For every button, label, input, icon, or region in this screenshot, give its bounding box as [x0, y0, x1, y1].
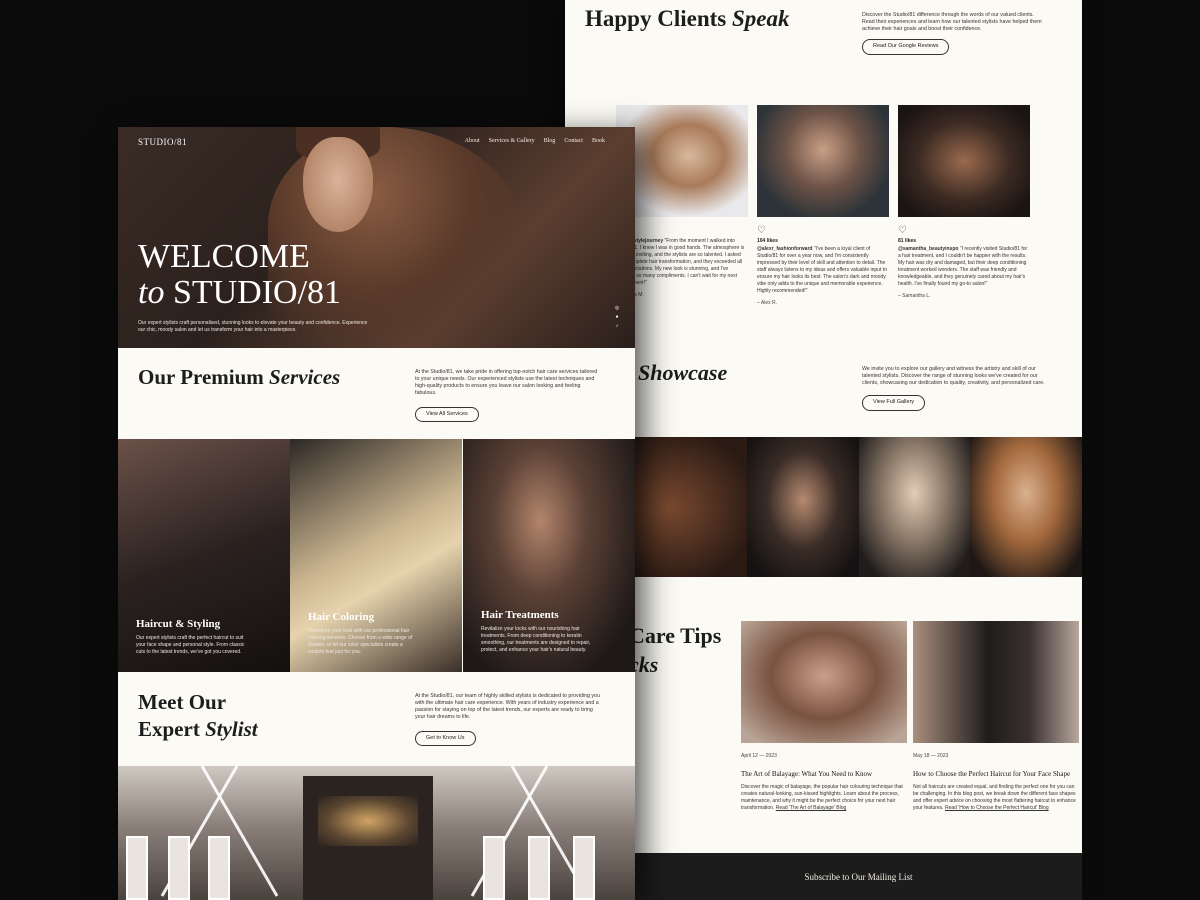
- blog-card[interactable]: May 18 — 2023 How to Choose the Perfect …: [913, 621, 1079, 812]
- view-services-button[interactable]: View All Services: [415, 406, 479, 422]
- testimonial-signature: – Samantha L.: [898, 293, 931, 299]
- service-title: Haircut & Styling: [136, 618, 221, 630]
- testimonials-intro-text: Discover the Studio/81 difference throug…: [862, 12, 1042, 33]
- service-card-haircut[interactable]: Haircut & Styling Our expert stylists cr…: [118, 439, 290, 672]
- gallery-heading: Showcase: [638, 360, 728, 385]
- gallery-intro-text: We invite you to explore our gallery and…: [862, 366, 1045, 387]
- blog-read-link[interactable]: Read 'How to Choose the Perfect Haircut'…: [945, 805, 1049, 811]
- blog-read-link[interactable]: Read 'The Art of Balayage' Blog: [776, 805, 847, 811]
- services-intro-text: At the Studio/81, we take pride in offer…: [415, 369, 598, 397]
- heart-icon[interactable]: ♡: [616, 225, 748, 236]
- testimonials-heading: Happy Clients Speak: [585, 6, 790, 31]
- blog-title[interactable]: The Art of Balayage: What You Need to Kn…: [741, 770, 907, 778]
- site-logo[interactable]: STUDIO/81: [138, 137, 187, 147]
- hero-section: STUDIO/81 About Services & Gallery Blog …: [118, 127, 635, 348]
- nav-about[interactable]: About: [465, 138, 480, 144]
- testimonial-card: ♡ @cam_stylejourney "From the moment I w…: [616, 105, 748, 298]
- service-caption: Hair Coloring Transform your look with o…: [308, 611, 418, 656]
- gallery-intro: We invite you to explore our gallery and…: [862, 366, 1047, 411]
- gallery-strip: [635, 437, 1082, 577]
- heart-icon[interactable]: ♡: [898, 225, 1030, 236]
- salon-mirror: [573, 836, 595, 900]
- front-page-mockup: STUDIO/81 About Services & Gallery Blog …: [118, 127, 635, 900]
- likes-count: 81 likes: [898, 238, 917, 244]
- client-photo: [616, 105, 748, 217]
- hero-heading: WELCOME to STUDIO/81: [138, 238, 342, 311]
- facebook-icon[interactable]: ●: [614, 314, 620, 320]
- back-page-mockup: Happy Clients Speak Discover the Studio/…: [565, 0, 1082, 900]
- gallery-photo[interactable]: [970, 437, 1082, 577]
- stylist-intro-text: At the Studio/81, our team of highly ski…: [415, 693, 600, 721]
- blog-card[interactable]: April 12 — 2023 The Art of Balayage: Wha…: [741, 621, 907, 812]
- mailing-list-banner: Subscribe to Our Mailing List: [565, 853, 1082, 900]
- instagram-icon[interactable]: ◎: [614, 305, 620, 311]
- client-photo: [898, 105, 1030, 217]
- gallery-photo[interactable]: [746, 437, 859, 577]
- stylist-intro: At the Studio/81, our team of highly ski…: [415, 693, 600, 746]
- service-text: Revitalize your locks with our nourishin…: [481, 626, 591, 653]
- blog-excerpt: Discover the magic of balayage, the popu…: [741, 784, 903, 811]
- main-nav: About Services & Gallery Blog Contact Bo…: [465, 138, 605, 144]
- salon-mirror: [483, 836, 505, 900]
- services-heading: Our Premium Services: [138, 365, 341, 389]
- service-text: Our expert stylists craft the perfect ha…: [136, 635, 245, 655]
- nav-contact[interactable]: Contact: [564, 138, 583, 144]
- nav-services-gallery[interactable]: Services & Gallery: [489, 138, 535, 144]
- hero-text: Our expert stylists craft personalised, …: [138, 320, 368, 333]
- nav-blog[interactable]: Blog: [544, 138, 556, 144]
- blog-date: May 18 — 2023: [913, 753, 949, 759]
- services-intro: At the Studio/81, we take pride in offer…: [415, 369, 600, 422]
- blog-title[interactable]: How to Choose the Perfect Haircut for Yo…: [913, 770, 1079, 778]
- service-card-coloring[interactable]: Hair Coloring Transform your look with o…: [290, 439, 462, 672]
- blog-date: April 12 — 2023: [741, 753, 777, 759]
- service-card-treatments[interactable]: Hair Treatments Revitalize your locks wi…: [463, 439, 635, 672]
- gallery-photo[interactable]: [635, 437, 747, 577]
- salon-interior-photo: [118, 766, 635, 900]
- client-photo: [757, 105, 889, 217]
- salon-mirror: [168, 836, 190, 900]
- stylist-heading: Meet Our Expert Stylist: [138, 690, 258, 742]
- google-reviews-button[interactable]: Read Our Google Reviews: [862, 39, 950, 55]
- get-to-know-us-button[interactable]: Get to Know Us: [415, 730, 476, 746]
- testimonials-intro: Discover the Studio/81 difference throug…: [862, 12, 1042, 55]
- tiktok-icon[interactable]: ♪: [614, 323, 620, 329]
- testimonial-signature: – Jessica M.: [616, 292, 644, 298]
- testimonial-text: @samantha_beautyinspo "I recently visite…: [898, 246, 1028, 287]
- testimonial-card: ♡ 81 likes @samantha_beautyinspo "I rece…: [898, 105, 1030, 299]
- testimonial-text: @alexr_fashionforward "I've been a loyal…: [757, 246, 887, 294]
- mailing-list-label: Subscribe to Our Mailing List: [804, 871, 913, 882]
- heart-icon[interactable]: ♡: [757, 225, 889, 236]
- testimonial-text: @cam_stylejourney "From the moment I wal…: [616, 238, 745, 286]
- tips-heading: Care Tips cks: [629, 623, 722, 677]
- salon-mirror: [126, 836, 148, 900]
- social-links: ◎ ● ♪: [614, 305, 620, 329]
- salon-bar-lights: [318, 796, 418, 846]
- salon-mirror: [208, 836, 230, 900]
- blog-photo: [741, 621, 907, 743]
- testimonial-card: ♡ 104 likes @alexr_fashionforward "I've …: [757, 105, 889, 306]
- salon-mirror: [528, 836, 550, 900]
- gallery-photo[interactable]: [858, 437, 971, 577]
- view-gallery-button[interactable]: View Full Gallery: [862, 395, 926, 411]
- service-caption: Haircut & Styling Our expert stylists cr…: [136, 618, 246, 656]
- blog-excerpt: Not all haircuts are created equal, and …: [913, 784, 1076, 811]
- hero-model-face: [303, 137, 373, 232]
- service-title: Hair Treatments: [481, 609, 559, 621]
- blog-photo: [913, 621, 1079, 743]
- nav-book[interactable]: Book: [592, 138, 605, 144]
- testimonial-signature: – Alex R.: [757, 300, 778, 306]
- service-title: Hair Coloring: [308, 611, 375, 623]
- likes-count: 104 likes: [757, 238, 778, 244]
- service-text: Transform your look with our professiona…: [308, 628, 413, 655]
- service-caption: Hair Treatments Revitalize your locks wi…: [481, 609, 591, 654]
